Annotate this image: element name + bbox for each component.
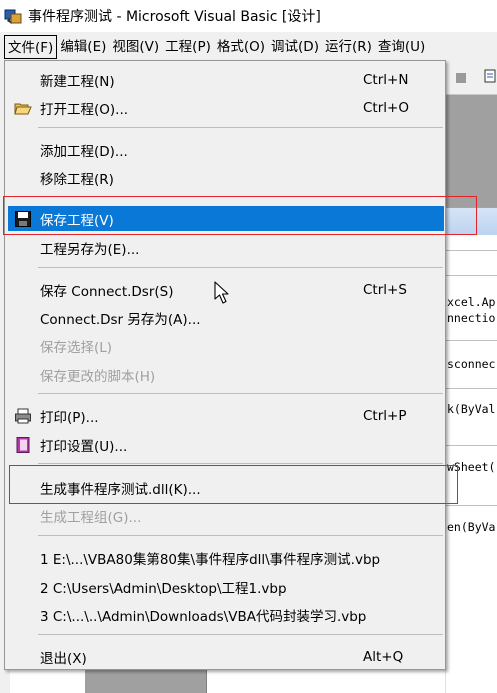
window-title: 事件程序测试 - Microsoft Visual Basic [设计] — [28, 9, 321, 25]
code-fragment: k(ByVal — [447, 402, 496, 416]
menu-item-save-project-as[interactable]: 工程另存为(E)... — [8, 235, 444, 260]
visual-basic-app-icon[interactable] — [4, 7, 22, 25]
menu-query[interactable]: 查询(U) — [375, 35, 428, 59]
menu-item-label: 打印设置(U)... — [40, 438, 128, 455]
code-divider — [445, 505, 497, 506]
annotation-box-save-project — [3, 196, 477, 235]
menu-item-print[interactable]: 打印(P)... Ctrl+P — [8, 403, 444, 428]
menu-item-add-project[interactable]: 添加工程(D)... — [8, 137, 444, 162]
menu-item-label: Connect.Dsr 另存为(A)... — [40, 311, 201, 328]
menu-item-label: 退出(X) — [40, 650, 87, 667]
toolbar-tool-icon[interactable] — [483, 68, 497, 86]
menu-item-label: 生成工程组(G)... — [40, 509, 142, 526]
file-menu-dropdown: 新建工程(N) Ctrl+N 打开工程(O)... Ctrl+O 添加工程(D)… — [4, 60, 446, 670]
menu-item-save-selection: 保存选择(L) — [8, 333, 444, 358]
code-divider — [445, 340, 497, 341]
menu-item-label: 添加工程(D)... — [40, 143, 128, 160]
menu-separator — [38, 463, 443, 464]
code-divider — [445, 250, 497, 251]
title-bar: 事件程序测试 - Microsoft Visual Basic [设计] — [0, 0, 497, 32]
menu-item-label: 保存更改的脚本(H) — [40, 368, 156, 385]
menu-item-label: 打印(P)... — [40, 409, 99, 426]
toolbar-button-icon[interactable] — [456, 73, 466, 83]
printer-icon — [14, 407, 32, 425]
menu-item-label: 保存选择(L) — [40, 339, 113, 356]
open-folder-icon — [14, 99, 32, 117]
mouse-cursor-icon — [214, 281, 234, 305]
menu-item-save-changed-script: 保存更改的脚本(H) — [8, 362, 444, 387]
menu-item-shortcut: Ctrl+S — [363, 281, 407, 298]
code-fragment: en(ByVa — [447, 520, 496, 534]
code-fragment: xcel.Ap — [447, 295, 496, 309]
menu-item-label: 打开工程(O)... — [40, 101, 129, 118]
menu-bar: 文件(F) 编辑(E) 视图(V) 工程(P) 格式(O) 调试(D) 运行(R… — [0, 32, 497, 61]
menu-project[interactable]: 工程(P) — [162, 35, 214, 59]
menu-debug[interactable]: 调试(D) — [268, 35, 322, 59]
menu-item-label: 3 C:\...\..\Admin\Downloads\VBA代码封装学习.vb… — [40, 608, 367, 625]
menu-file[interactable]: 文件(F) — [4, 34, 58, 59]
menu-item-remove-project[interactable]: 移除工程(R) — [8, 165, 444, 190]
menu-item-label: 2 C:\Users\Admin\Desktop\工程1.vbp — [40, 580, 287, 597]
menu-separator — [38, 267, 443, 268]
menu-item-shortcut: Ctrl+P — [363, 407, 407, 424]
menu-separator — [38, 634, 443, 635]
menu-item-open-project[interactable]: 打开工程(O)... Ctrl+O — [8, 95, 444, 120]
ide-bottom-panel — [85, 668, 207, 693]
menu-item-exit[interactable]: 退出(X) Alt+Q — [8, 644, 444, 669]
menu-item-shortcut: Ctrl+O — [363, 99, 409, 116]
menu-run[interactable]: 运行(R) — [322, 35, 375, 59]
menu-separator — [38, 393, 443, 394]
menu-item-label: 1 E:\...\VBA80集第80集\事件程序dll\事件程序测试.vbp — [40, 551, 381, 568]
menu-view[interactable]: 视图(V) — [109, 35, 162, 59]
code-divider — [445, 275, 497, 276]
menu-item-recent-3[interactable]: 3 C:\...\..\Admin\Downloads\VBA代码封装学习.vb… — [8, 602, 444, 627]
menu-item-shortcut: Alt+Q — [363, 648, 404, 665]
print-setup-icon — [14, 436, 32, 454]
menu-item-make-group: 生成工程组(G)... — [8, 503, 444, 528]
menu-item-label: 新建工程(N) — [40, 73, 115, 90]
menu-separator — [38, 127, 443, 128]
ide-workspace — [445, 95, 497, 207]
code-fragment: nnectio — [447, 311, 496, 325]
menu-separator — [38, 535, 443, 536]
menu-format[interactable]: 格式(O) — [214, 35, 268, 59]
menu-item-print-setup[interactable]: 打印设置(U)... — [8, 432, 444, 457]
menu-item-new-project[interactable]: 新建工程(N) Ctrl+N — [8, 67, 444, 92]
ide-toolbar — [445, 61, 497, 95]
code-divider — [445, 445, 497, 446]
menu-edit[interactable]: 编辑(E) — [57, 35, 109, 59]
menu-item-recent-2[interactable]: 2 C:\Users\Admin\Desktop\工程1.vbp — [8, 574, 444, 599]
menu-item-shortcut: Ctrl+N — [363, 71, 409, 88]
annotation-box-make-dll — [9, 465, 458, 504]
menu-item-label: 工程另存为(E)... — [40, 241, 140, 258]
menu-item-connect-save-as[interactable]: Connect.Dsr 另存为(A)... — [8, 305, 444, 330]
code-fragment: sconnec — [447, 357, 496, 371]
menu-item-label: 移除工程(R) — [40, 171, 114, 188]
code-divider — [445, 388, 497, 389]
menu-item-recent-1[interactable]: 1 E:\...\VBA80集第80集\事件程序dll\事件程序测试.vbp — [8, 545, 444, 570]
menu-item-label: 保存 Connect.Dsr(S) — [40, 283, 174, 300]
